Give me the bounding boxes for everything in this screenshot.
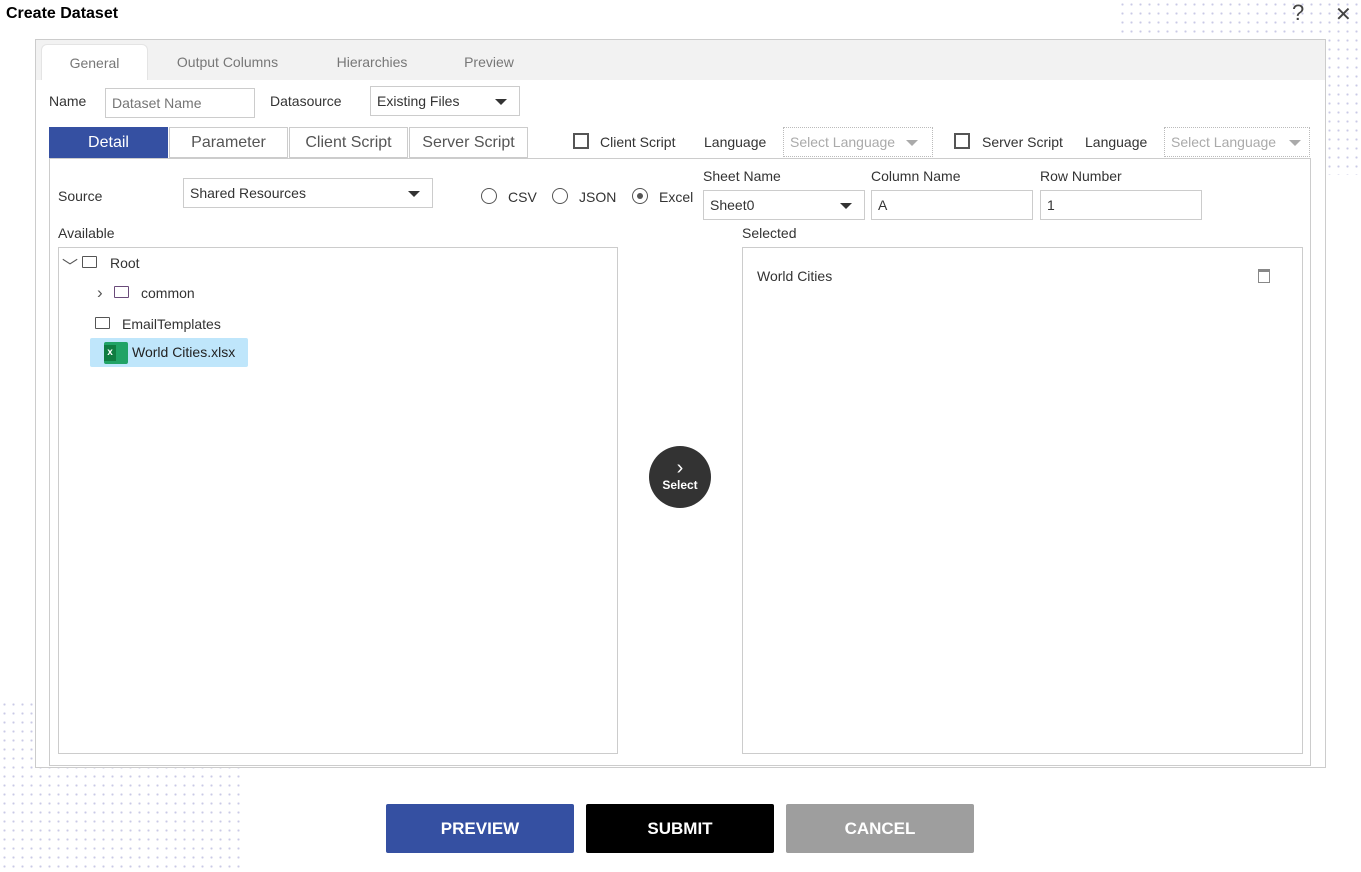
select-button[interactable]: › Select <box>649 446 711 508</box>
selected-list <box>742 247 1303 754</box>
chevron-right-icon[interactable]: › <box>97 283 103 303</box>
source-select[interactable]: Shared Resources <box>183 178 433 208</box>
column-name-label: Column Name <box>871 168 961 184</box>
select-label: Select <box>662 478 698 492</box>
source-value: Shared Resources <box>190 185 306 201</box>
folder-icon <box>82 256 97 268</box>
excel-label: Excel <box>659 189 694 205</box>
subtab-detail[interactable]: Detail <box>49 127 168 158</box>
chevron-down-icon <box>495 99 507 105</box>
csv-label: CSV <box>508 189 537 205</box>
chevron-down-icon <box>840 203 852 209</box>
chevron-down-icon[interactable]: ﹀ <box>62 253 78 277</box>
source-label: Source <box>58 188 103 204</box>
client-language-placeholder: Select Language <box>790 134 896 150</box>
tab-hierarchies[interactable]: Hierarchies <box>320 44 424 80</box>
tab-general[interactable]: General <box>41 44 148 80</box>
column-name-input[interactable]: A <box>871 190 1033 220</box>
server-language-placeholder: Select Language <box>1171 134 1277 150</box>
sheet-name-value: Sheet0 <box>710 197 755 213</box>
folder-icon <box>95 317 110 329</box>
subtab-parameter[interactable]: Parameter <box>169 127 288 158</box>
datasource-value: Existing Files <box>377 93 460 109</box>
json-label: JSON <box>579 189 617 205</box>
datasource-select[interactable]: Existing Files <box>370 86 520 116</box>
subtab-client-script[interactable]: Client Script <box>289 127 408 158</box>
server-script-label: Server Script <box>982 134 1063 150</box>
chevron-right-icon: › <box>676 457 684 479</box>
selected-item: World Cities <box>757 268 833 284</box>
client-script-label: Client Script <box>600 134 676 150</box>
close-icon[interactable]: ✕ <box>1335 2 1352 27</box>
server-language-label: Language <box>1085 134 1148 150</box>
server-script-checkbox[interactable] <box>954 133 970 149</box>
row-number-label: Row Number <box>1040 168 1122 184</box>
sheet-name-select[interactable]: Sheet0 <box>703 190 865 220</box>
tree-item-label: World Cities.xlsx <box>132 344 236 360</box>
tab-output-columns[interactable]: Output Columns <box>160 44 295 80</box>
sheet-name-label: Sheet Name <box>703 168 781 184</box>
row-number-input[interactable]: 1 <box>1040 190 1202 220</box>
folder-icon <box>114 286 129 298</box>
tab-preview[interactable]: Preview <box>445 44 533 80</box>
available-label: Available <box>58 225 115 241</box>
excel-radio[interactable] <box>632 188 648 204</box>
client-language-label: Language <box>704 134 767 150</box>
help-icon[interactable]: ? <box>1292 0 1304 26</box>
client-language-select[interactable]: Select Language <box>783 127 933 157</box>
selected-label: Selected <box>742 225 797 241</box>
dataset-name-input[interactable] <box>105 88 255 118</box>
name-label: Name <box>49 93 87 109</box>
trash-icon[interactable] <box>1258 269 1270 283</box>
tree-item-common[interactable]: common <box>141 285 195 301</box>
tree-item-root[interactable]: Root <box>110 255 140 271</box>
chevron-down-icon <box>906 140 918 146</box>
dialog-title: Create Dataset <box>6 5 119 22</box>
excel-icon: x <box>104 342 128 364</box>
tree-item-emailtemplates[interactable]: EmailTemplates <box>122 316 221 332</box>
subtab-server-script[interactable]: Server Script <box>409 127 528 158</box>
cancel-button[interactable]: CANCEL <box>786 804 974 853</box>
chevron-down-icon <box>408 191 420 197</box>
json-radio[interactable] <box>552 188 568 204</box>
chevron-down-icon <box>1289 140 1301 146</box>
datasource-label: Datasource <box>270 93 342 109</box>
csv-radio[interactable] <box>481 188 497 204</box>
submit-button[interactable]: SUBMIT <box>586 804 774 853</box>
preview-button[interactable]: PREVIEW <box>386 804 574 853</box>
server-language-select[interactable]: Select Language <box>1164 127 1310 157</box>
client-script-checkbox[interactable] <box>573 133 589 149</box>
tree-item-world-cities[interactable]: x World Cities.xlsx <box>90 338 248 367</box>
